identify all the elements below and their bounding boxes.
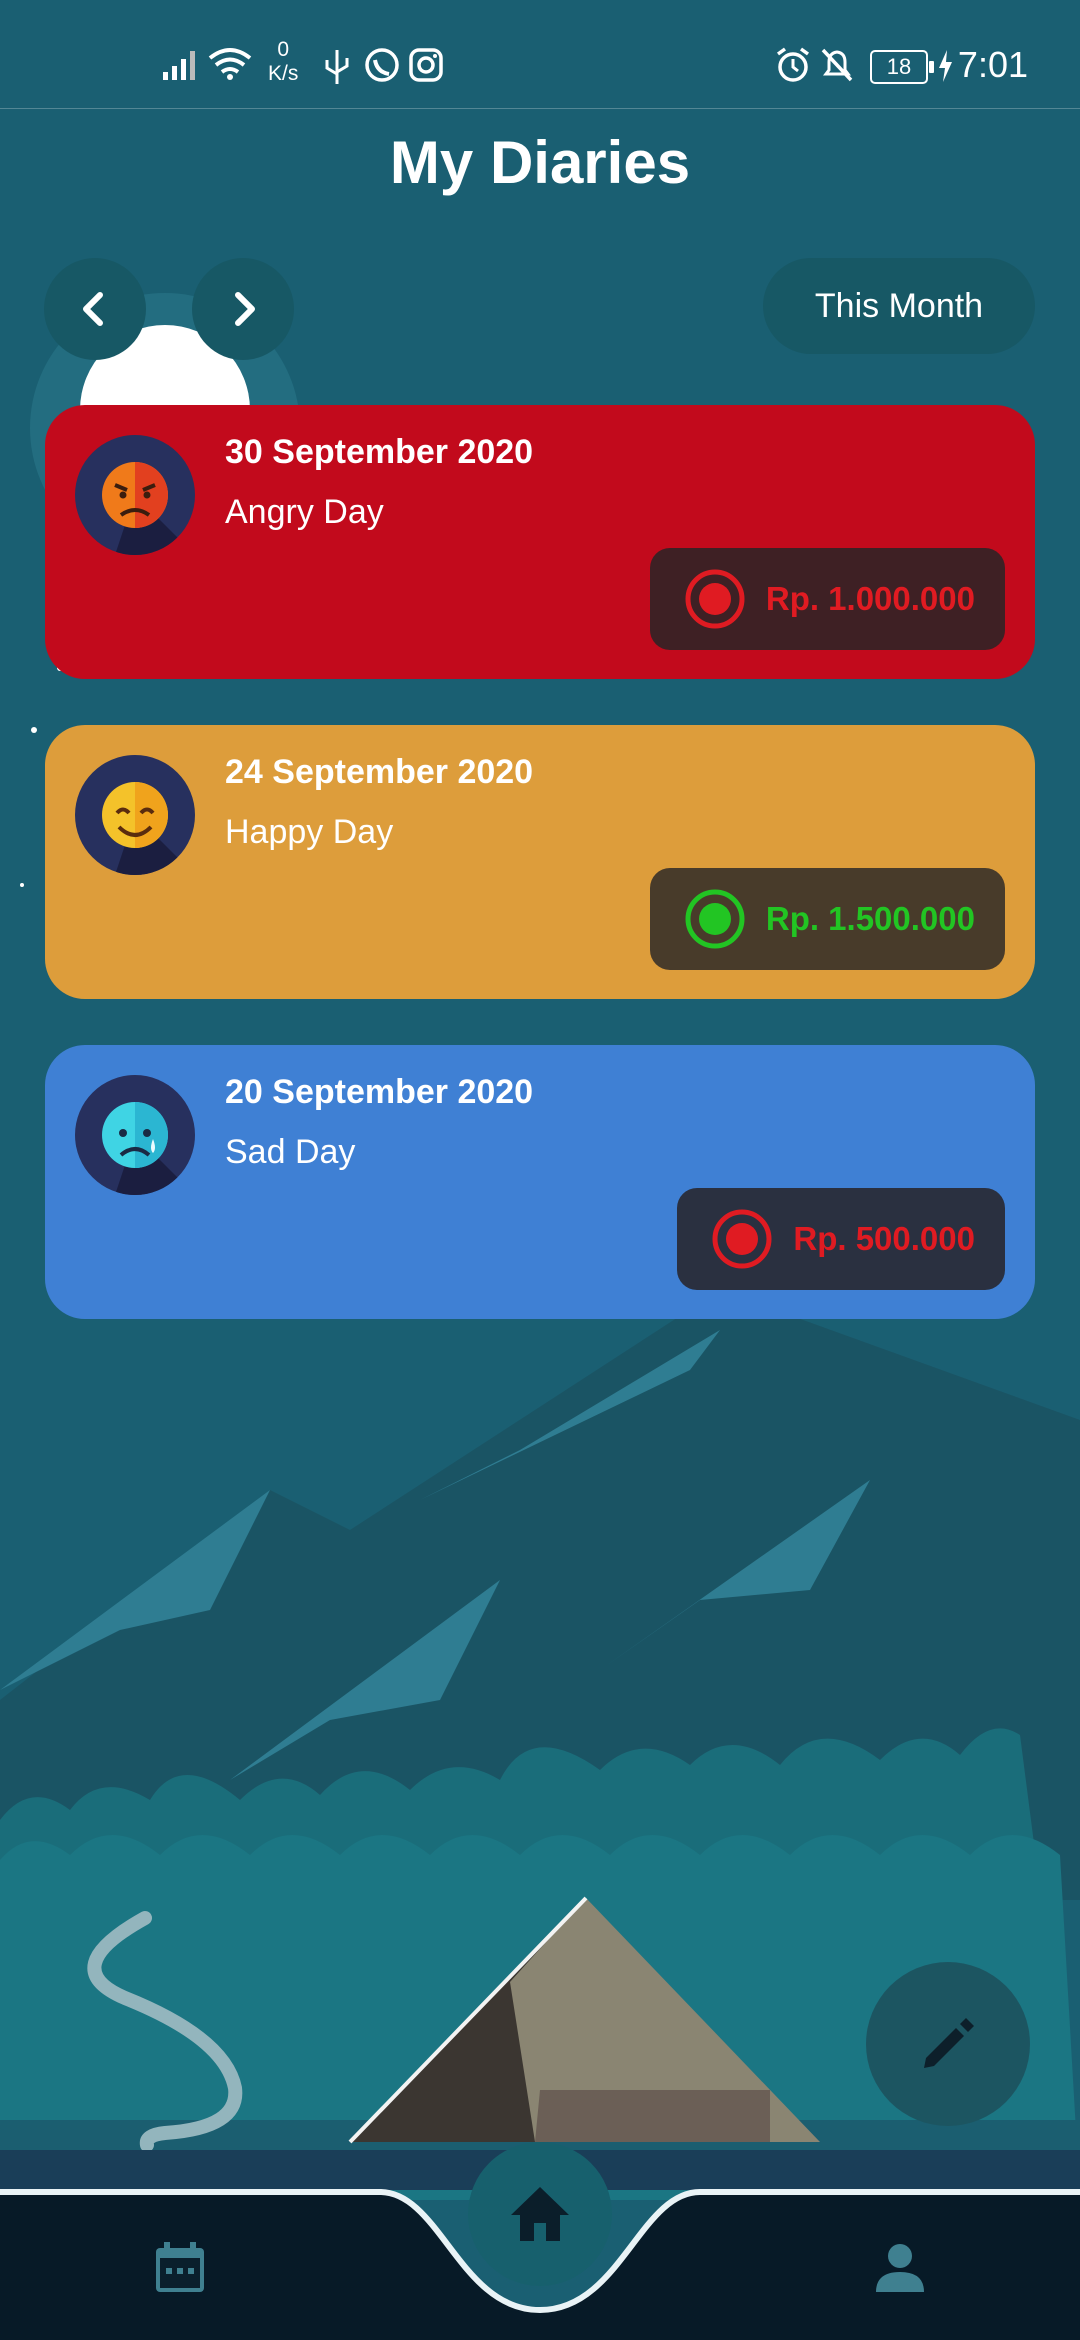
period-filter-button[interactable]: This Month: [763, 258, 1035, 354]
diary-mood-label: Angry Day: [225, 493, 384, 531]
page-title: My Diaries: [389, 129, 691, 196]
nav-calendar[interactable]: [150, 2238, 210, 2298]
status-bar: 0 K/s 18 7:01: [0, 0, 1080, 109]
sad-face-icon: [102, 1102, 195, 1195]
previous-month-button[interactable]: [44, 258, 146, 360]
signal-icon: [163, 51, 195, 80]
expense-indicator-icon: [712, 1209, 772, 1269]
happy-face-icon: [102, 782, 195, 875]
pencil-icon: [924, 2018, 974, 2068]
chevron-left-icon: [83, 292, 103, 326]
charging-icon: [939, 50, 952, 82]
amount-value: Rp. 1.500.000: [765, 900, 975, 937]
net-speed-unit: K/s: [268, 62, 299, 85]
net-speed: 0 K/s: [268, 38, 298, 86]
whatsapp-icon: [365, 48, 399, 82]
angry-face-icon: [102, 462, 195, 555]
home-icon: [511, 2187, 569, 2241]
diary-mood-label: Happy Day: [225, 813, 394, 851]
alarm-icon: [776, 47, 810, 82]
amount-badge: Rp. 1.500.000: [649, 868, 1005, 970]
diary-card[interactable]: 20 September 2020 Sad Day Rp. 500.000: [45, 1045, 1035, 1319]
diary-card[interactable]: 24 September 2020 Happy Day Rp. 1.500.00…: [45, 725, 1035, 999]
calendar-icon: [156, 2242, 204, 2292]
expense-indicator-icon: [685, 569, 745, 629]
next-month-button[interactable]: [192, 258, 294, 360]
net-speed-value: 0: [277, 38, 290, 61]
battery-indicator: 18: [870, 50, 934, 84]
mood-avatar: [75, 755, 195, 875]
nav-profile[interactable]: [870, 2238, 930, 2298]
amount-badge: Rp. 500.000: [677, 1188, 1005, 1290]
mood-avatar: [75, 435, 195, 555]
write-diary-button[interactable]: [866, 1962, 1030, 2126]
usb-icon: [325, 50, 349, 84]
amount-value: Rp. 500.000: [793, 1220, 975, 1257]
chevron-right-icon: [235, 292, 255, 326]
instagram-icon: [409, 48, 443, 82]
income-indicator-icon: [685, 889, 745, 949]
diary-date: 24 September 2020: [225, 753, 534, 791]
mood-avatar: [75, 1075, 195, 1195]
amount-badge: Rp. 1.000.000: [649, 548, 1005, 650]
notifications-off-icon: [821, 48, 853, 82]
diary-mood-label: Sad Day: [225, 1133, 356, 1171]
diary-date: 20 September 2020: [225, 1073, 534, 1111]
wifi-icon: [208, 48, 252, 80]
diary-card[interactable]: 30 September 2020 Angry Day Rp. 1.000.00…: [45, 405, 1035, 679]
amount-value: Rp. 1.000.000: [765, 580, 975, 617]
clock: 7:01: [957, 44, 1028, 85]
nav-home[interactable]: [468, 2142, 612, 2286]
diary-date: 30 September 2020: [225, 433, 534, 471]
profile-icon: [876, 2244, 924, 2292]
